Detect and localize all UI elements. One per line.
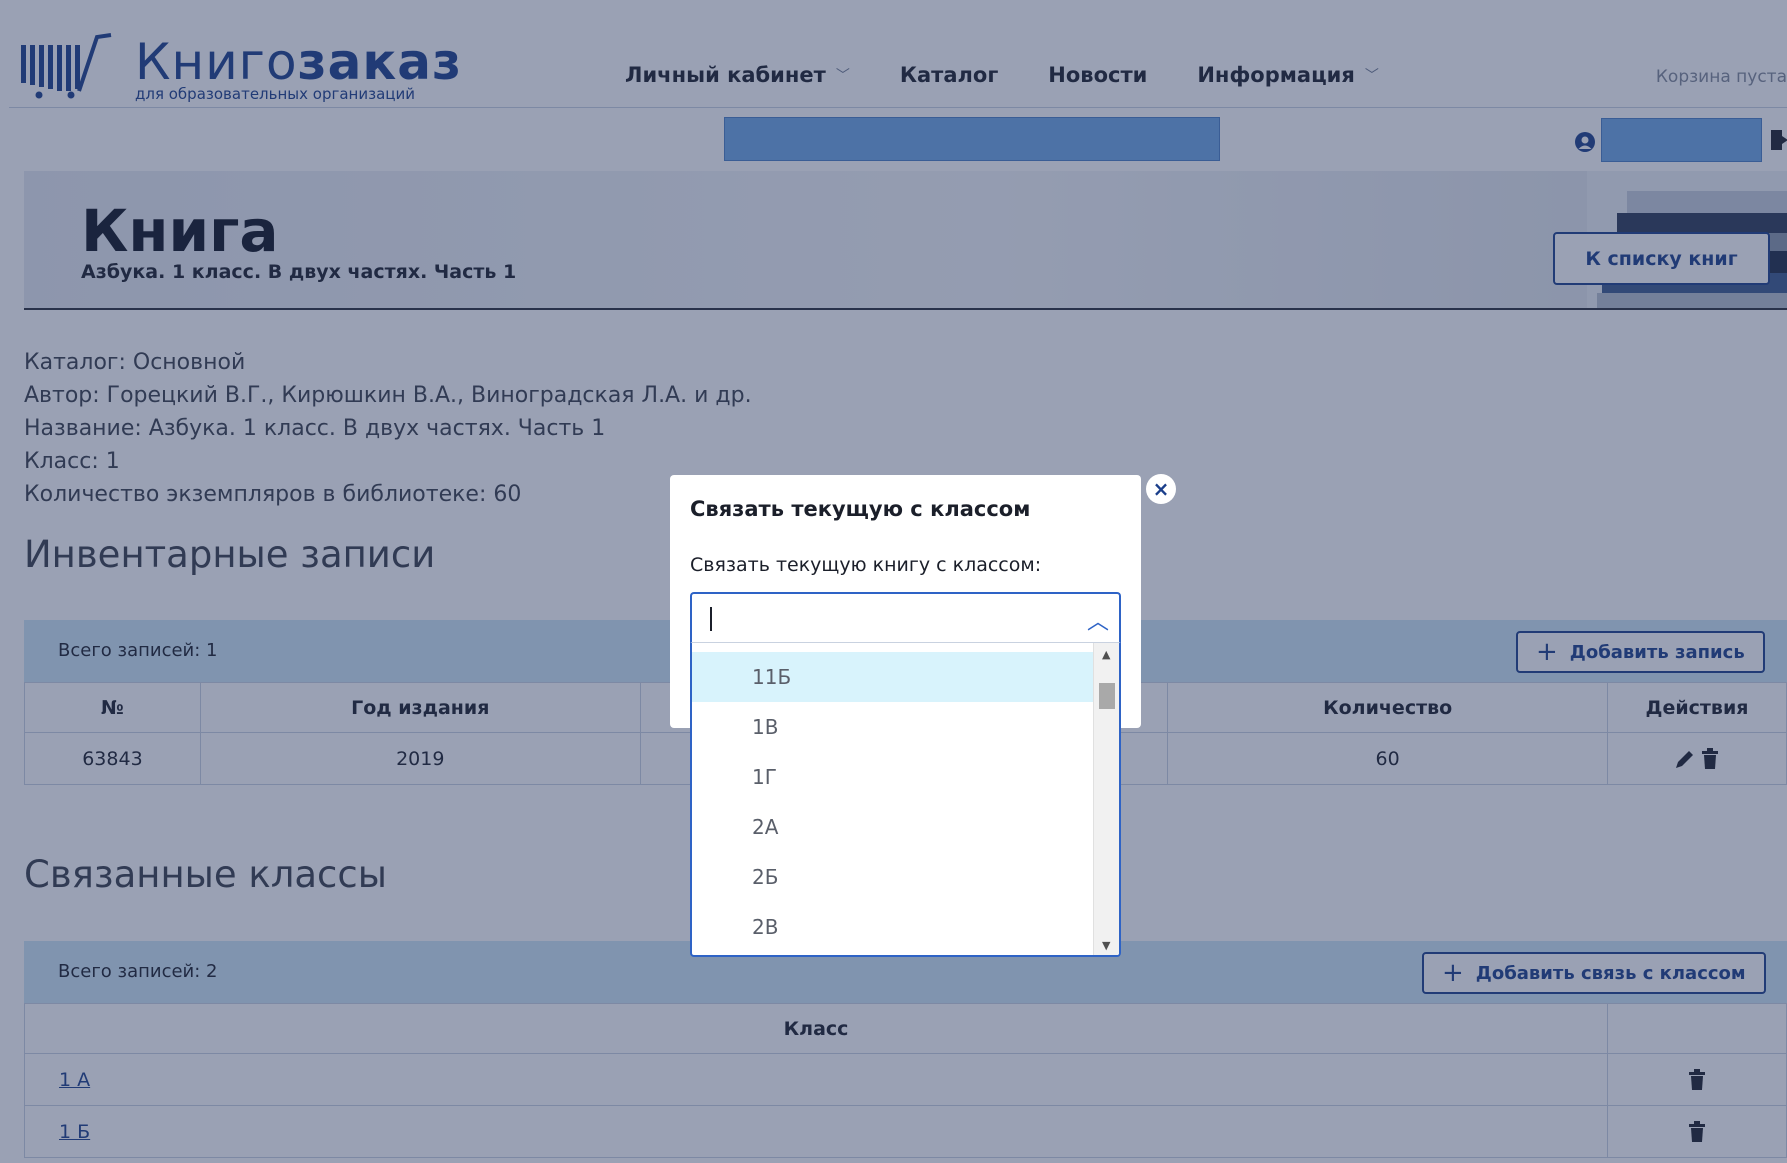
dropdown-option[interactable]: 2В xyxy=(692,902,1095,952)
dropdown-option[interactable]: 1Г xyxy=(692,752,1095,802)
class-select[interactable]: ︿ xyxy=(690,592,1121,643)
scrollbar-thumb[interactable] xyxy=(1099,683,1115,709)
scroll-down-arrow-icon[interactable]: ▼ xyxy=(1102,939,1110,952)
dropdown-scrollbar[interactable]: ▲ ▼ xyxy=(1093,643,1119,955)
scroll-up-arrow-icon[interactable]: ▲ xyxy=(1102,648,1110,661)
dropdown-option[interactable]: 2Б xyxy=(692,852,1095,902)
option-list: 11Б 1В 1Г 2А 2Б 2В xyxy=(692,652,1095,952)
dropdown-option[interactable]: 11Б xyxy=(692,652,1095,702)
close-icon[interactable]: × xyxy=(1146,474,1176,504)
text-caret xyxy=(710,607,712,631)
chevron-up-icon[interactable]: ︿ xyxy=(1087,604,1109,636)
dropdown-option[interactable]: 2А xyxy=(692,802,1095,852)
modal-title: Связать текущую с классом xyxy=(690,497,1031,521)
modal-label: Связать текущую книгу с классом: xyxy=(690,554,1042,576)
class-dropdown-list: 11Б 1В 1Г 2А 2Б 2В ▲ ▼ xyxy=(690,643,1121,957)
dropdown-option[interactable]: 1В xyxy=(692,702,1095,752)
